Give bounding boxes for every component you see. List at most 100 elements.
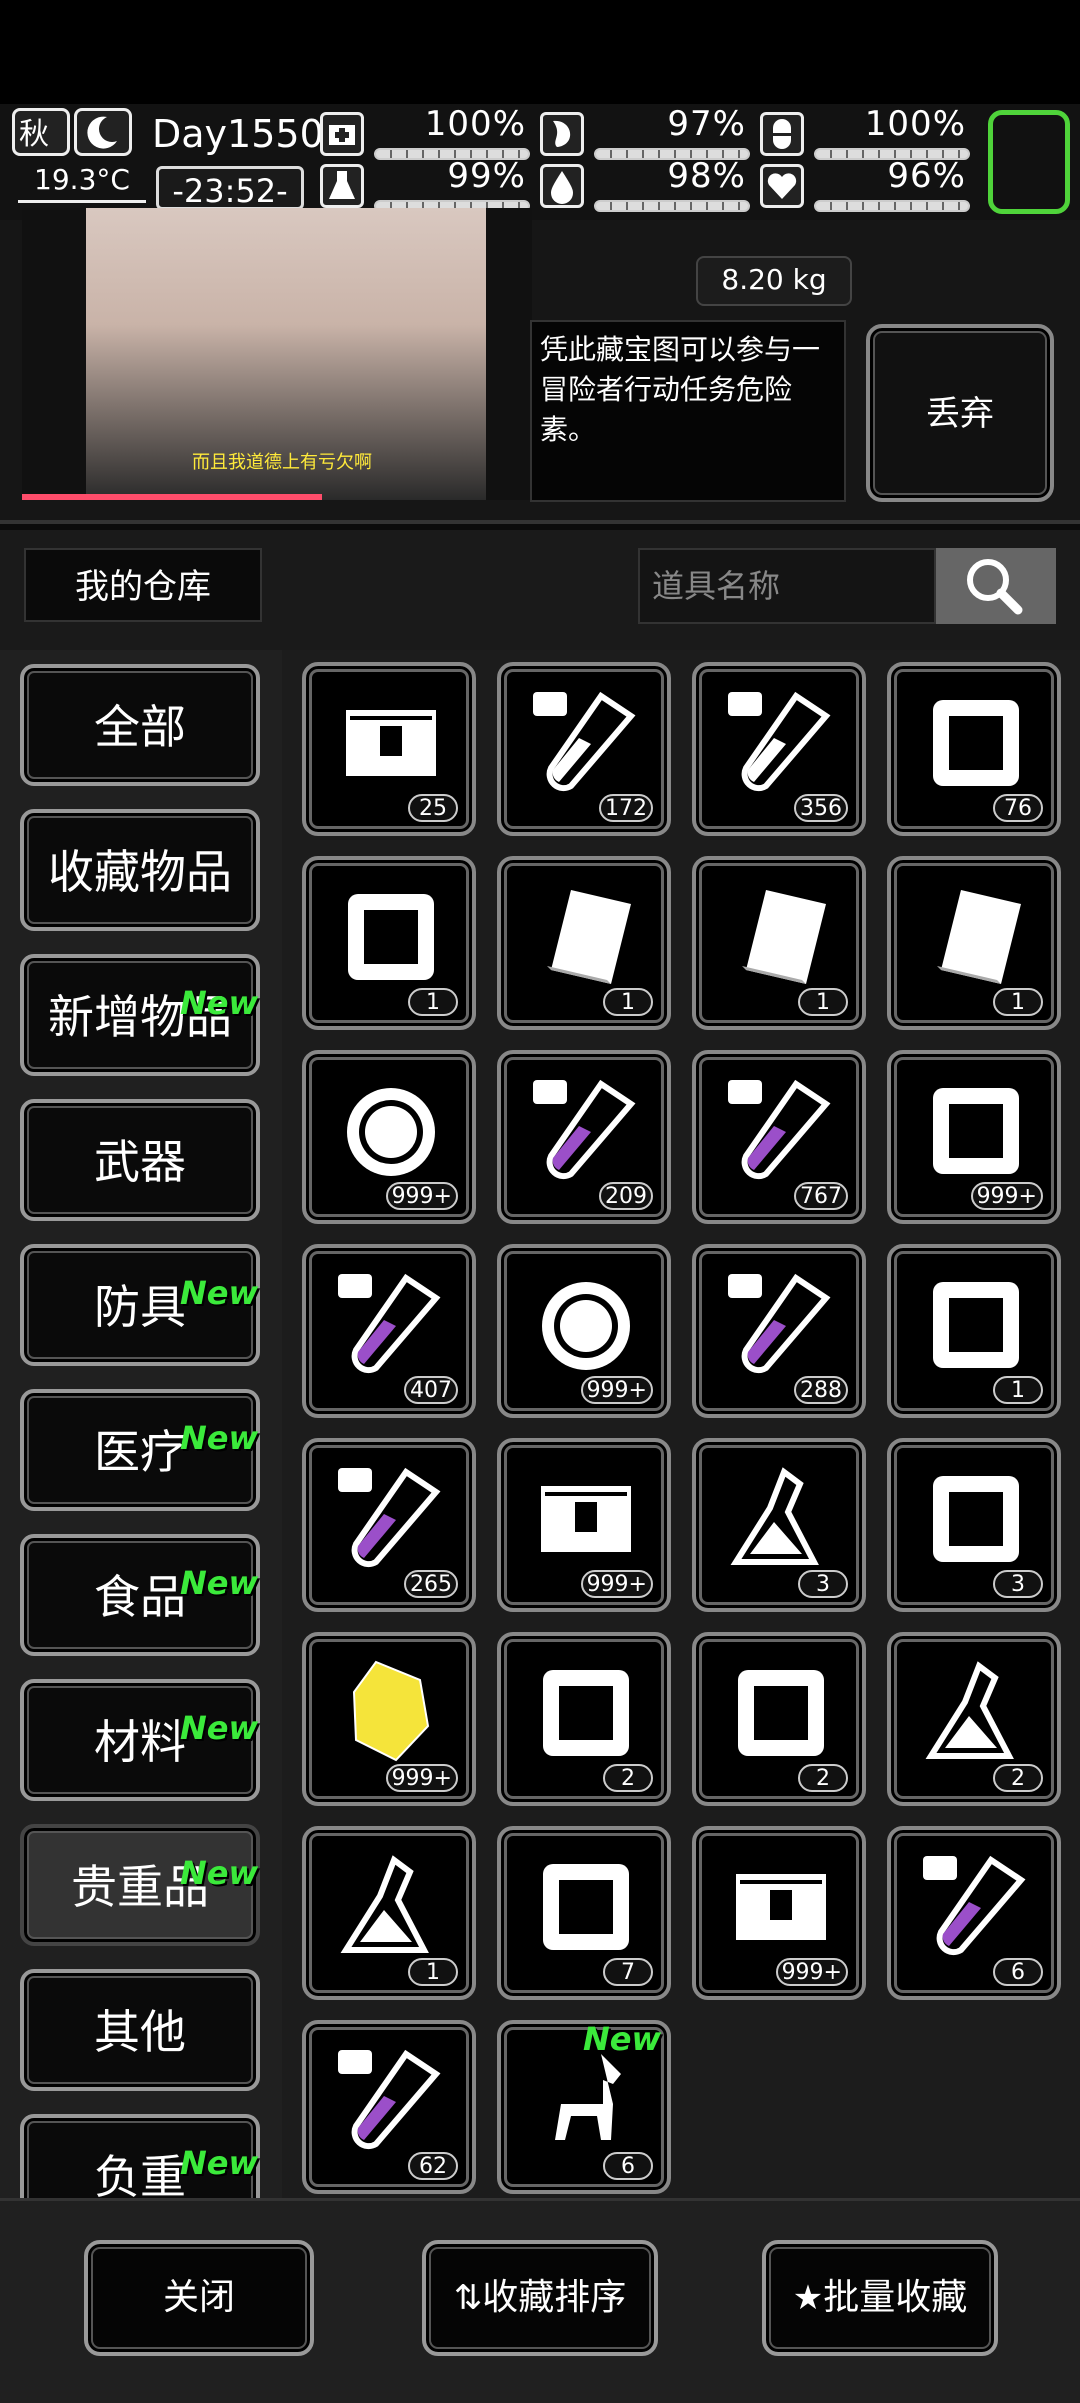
water-drop-icon	[540, 164, 584, 208]
test-tube-delta-icon	[726, 1074, 836, 1184]
stat-health-percent: 100%	[424, 104, 526, 144]
heart-icon	[760, 164, 804, 208]
inventory-slot[interactable]: 1	[887, 856, 1061, 1030]
stat-hunger: 97%	[540, 104, 750, 160]
wrench-coin-icon	[531, 1268, 641, 1378]
category-tab[interactable]: 负重 New	[20, 2114, 260, 2198]
item-count: 999+	[580, 1376, 653, 1404]
toy-horse-icon	[531, 2044, 641, 2154]
category-tab[interactable]: 全部	[20, 664, 260, 786]
inventory-slot[interactable]: 2	[692, 1632, 866, 1806]
item-count: 1	[603, 988, 653, 1016]
inventory-slot[interactable]: 999+	[302, 1050, 476, 1224]
chinese-book-icon	[531, 880, 641, 990]
category-tab[interactable]: 医疗 New	[20, 1389, 260, 1511]
video-caption: 而且我道德上有亏欠啊	[192, 452, 372, 473]
treasure-chest-icon	[336, 686, 446, 796]
item-count: 6	[603, 2152, 653, 2180]
discard-button[interactable]: 丢弃	[866, 324, 1054, 502]
search-icon	[967, 559, 1023, 615]
stat-health: 100%	[320, 104, 530, 160]
inventory-slot[interactable]: 1	[302, 1826, 476, 2000]
new-badge: New	[179, 1564, 258, 1602]
inventory-slot[interactable]: 1	[692, 856, 866, 1030]
inventory-slot[interactable]: 6	[887, 1826, 1061, 2000]
stat-energy-percent: 99%	[447, 156, 526, 196]
item-count: 2	[798, 1764, 848, 1792]
category-label: 全部	[94, 700, 186, 754]
search-button[interactable]	[936, 548, 1056, 624]
inventory-slot[interactable]: 767	[692, 1050, 866, 1224]
inventory-slot[interactable]: 62	[302, 2020, 476, 2194]
clock: -23:52-	[156, 166, 304, 210]
item-count: 2	[993, 1764, 1043, 1792]
item-count: 7	[603, 1958, 653, 1986]
new-badge: New	[179, 1419, 258, 1457]
stat-medicine: 100%	[760, 104, 970, 160]
inventory-slot[interactable]: 1	[302, 856, 476, 1030]
category-tab[interactable]: 材料 New	[20, 1679, 260, 1801]
category-tab[interactable]: 其他	[20, 1969, 260, 2091]
new-badge: New	[179, 984, 258, 1022]
inventory-slot[interactable]: 999+	[497, 1438, 671, 1612]
inventory-slot[interactable]: 6 New	[497, 2020, 671, 2194]
inventory-slot[interactable]: 1	[497, 856, 671, 1030]
inventory-slot[interactable]: 76	[887, 662, 1061, 836]
inventory-slot[interactable]: 999+	[302, 1632, 476, 1806]
food-bag-icon	[921, 686, 1031, 796]
category-tab[interactable]: 武器	[20, 1099, 260, 1221]
inventory-slot[interactable]: 1	[887, 1244, 1061, 1418]
inventory-slot[interactable]: 407	[302, 1244, 476, 1418]
item-count: 999+	[580, 1570, 653, 1598]
item-weight: 8.20 kg	[696, 256, 852, 306]
category-tab[interactable]: 防具 New	[20, 1244, 260, 1366]
category-label: 武器	[94, 1135, 186, 1189]
category-tab[interactable]: 贵重品 New	[20, 1824, 260, 1946]
inventory-slot[interactable]: 3	[887, 1438, 1061, 1612]
inventory-slot[interactable]: 2	[887, 1632, 1061, 1806]
inventory-slot[interactable]: 999+	[887, 1050, 1061, 1224]
stat-mood: 96%	[760, 156, 970, 212]
inventory-slot[interactable]: 209	[497, 1050, 671, 1224]
category-tab[interactable]: 收藏物品	[20, 809, 260, 931]
inventory-slot[interactable]: 265	[302, 1438, 476, 1612]
inventory-slot[interactable]: 999+	[692, 1826, 866, 2000]
coin-b-icon	[336, 1074, 446, 1184]
category-label: 其他	[94, 2005, 186, 2059]
inventory-slot[interactable]: 3	[692, 1438, 866, 1612]
category-tab[interactable]: 新增物品 New	[20, 954, 260, 1076]
stat-thirst-percent: 98%	[667, 156, 746, 196]
new-badge: New	[179, 1854, 258, 1892]
monster-card-icon	[921, 1074, 1031, 1184]
item-grid[interactable]: 25 172 356 76 1 1 1 1 999+ 209 767 999+ 407 999+ 288 1 2…	[282, 650, 1080, 2198]
inventory-slot[interactable]: 356	[692, 662, 866, 836]
category-sidebar[interactable]: 全部收藏物品新增物品 New 武器防具 New 医疗 New 食品 New 材料 New 贵重品 Ne…	[0, 650, 282, 2198]
item-count: 3	[993, 1570, 1043, 1598]
math-book-icon	[726, 880, 836, 990]
item-count: 265	[404, 1570, 458, 1598]
inventory-slot[interactable]: 25	[302, 662, 476, 836]
test-tube-zeta-icon	[726, 1268, 836, 1378]
sort-favorites-button[interactable]: ⇅收藏排序	[422, 2240, 658, 2356]
close-button[interactable]: 关闭	[84, 2240, 314, 2356]
inventory-slot[interactable]: 2	[497, 1632, 671, 1806]
inventory-slot[interactable]: 7	[497, 1826, 671, 2000]
item-count: 1	[993, 988, 1043, 1016]
inventory-slot[interactable]: 288	[692, 1244, 866, 1418]
new-badge: New	[179, 2144, 258, 2182]
inventory-slot[interactable]: 172	[497, 662, 671, 836]
video-overlay[interactable]: 而且我道德上有亏欠啊	[22, 208, 532, 500]
star-icon: ★	[792, 2278, 824, 2318]
inventory-slot[interactable]: 999+	[497, 1244, 671, 1418]
equipped-slot[interactable]	[988, 110, 1070, 214]
category-tab[interactable]: 食品 New	[20, 1534, 260, 1656]
robot-badge-icon	[921, 1268, 1031, 1378]
search-input[interactable]: 道具名称	[638, 548, 936, 624]
category-label: 负重	[94, 2150, 186, 2198]
pill-icon	[760, 112, 804, 156]
stat-thirst-bar	[594, 200, 750, 212]
batch-favorite-button[interactable]: ★批量收藏	[762, 2240, 998, 2356]
circuit-board-icon	[921, 1462, 1031, 1572]
item-description: 凭此藏宝图可以参与一 冒险者行动任务危险 素。	[530, 320, 846, 502]
item-count: 356	[794, 794, 848, 822]
